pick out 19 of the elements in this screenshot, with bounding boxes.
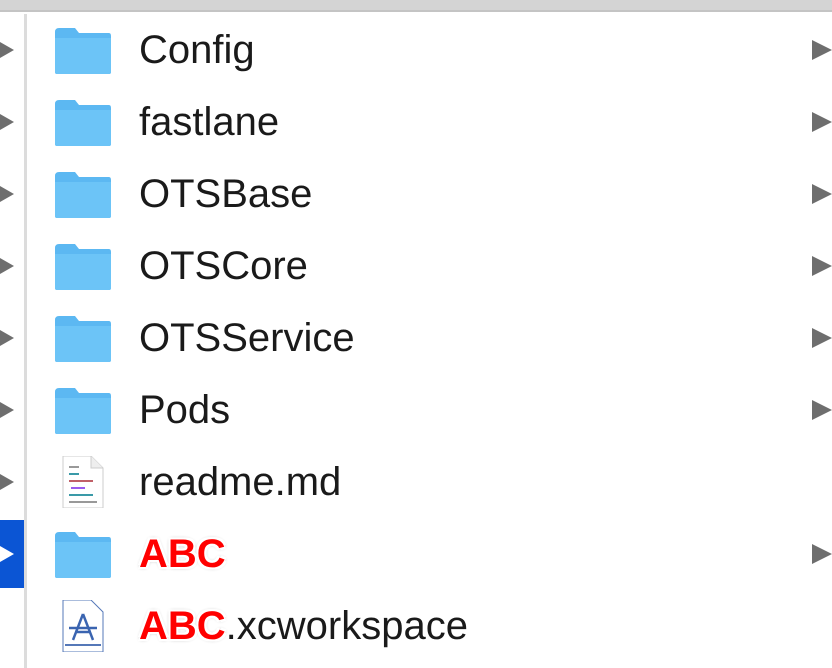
- file-name[interactable]: Config: [139, 28, 255, 72]
- disclosure-arrow-icon: [0, 184, 14, 204]
- file-name[interactable]: OTSCore: [139, 244, 308, 288]
- file-name[interactable]: Pods: [139, 388, 230, 432]
- disclosure-arrow-icon: [0, 544, 14, 564]
- file-name[interactable]: .xcworkspace: [226, 604, 468, 648]
- disclosure-arrow-icon: [0, 328, 14, 348]
- disclosure-arrow-icon: [0, 472, 14, 492]
- file-name[interactable]: fastlane: [139, 100, 280, 144]
- file-name[interactable]: readme.md: [139, 460, 342, 504]
- redaction-label: ABC: [139, 604, 226, 648]
- file-name[interactable]: OTSBase: [139, 172, 312, 216]
- redaction-label: ABC: [139, 532, 226, 576]
- disclosure-arrow-icon: [0, 40, 14, 60]
- disclosure-arrow-icon: [0, 112, 14, 132]
- file-name[interactable]: OTSService: [139, 316, 355, 360]
- parent-column-item[interactable]: [0, 520, 24, 588]
- disclosure-arrow-icon: [0, 400, 14, 420]
- disclosure-arrow-icon: [0, 256, 14, 276]
